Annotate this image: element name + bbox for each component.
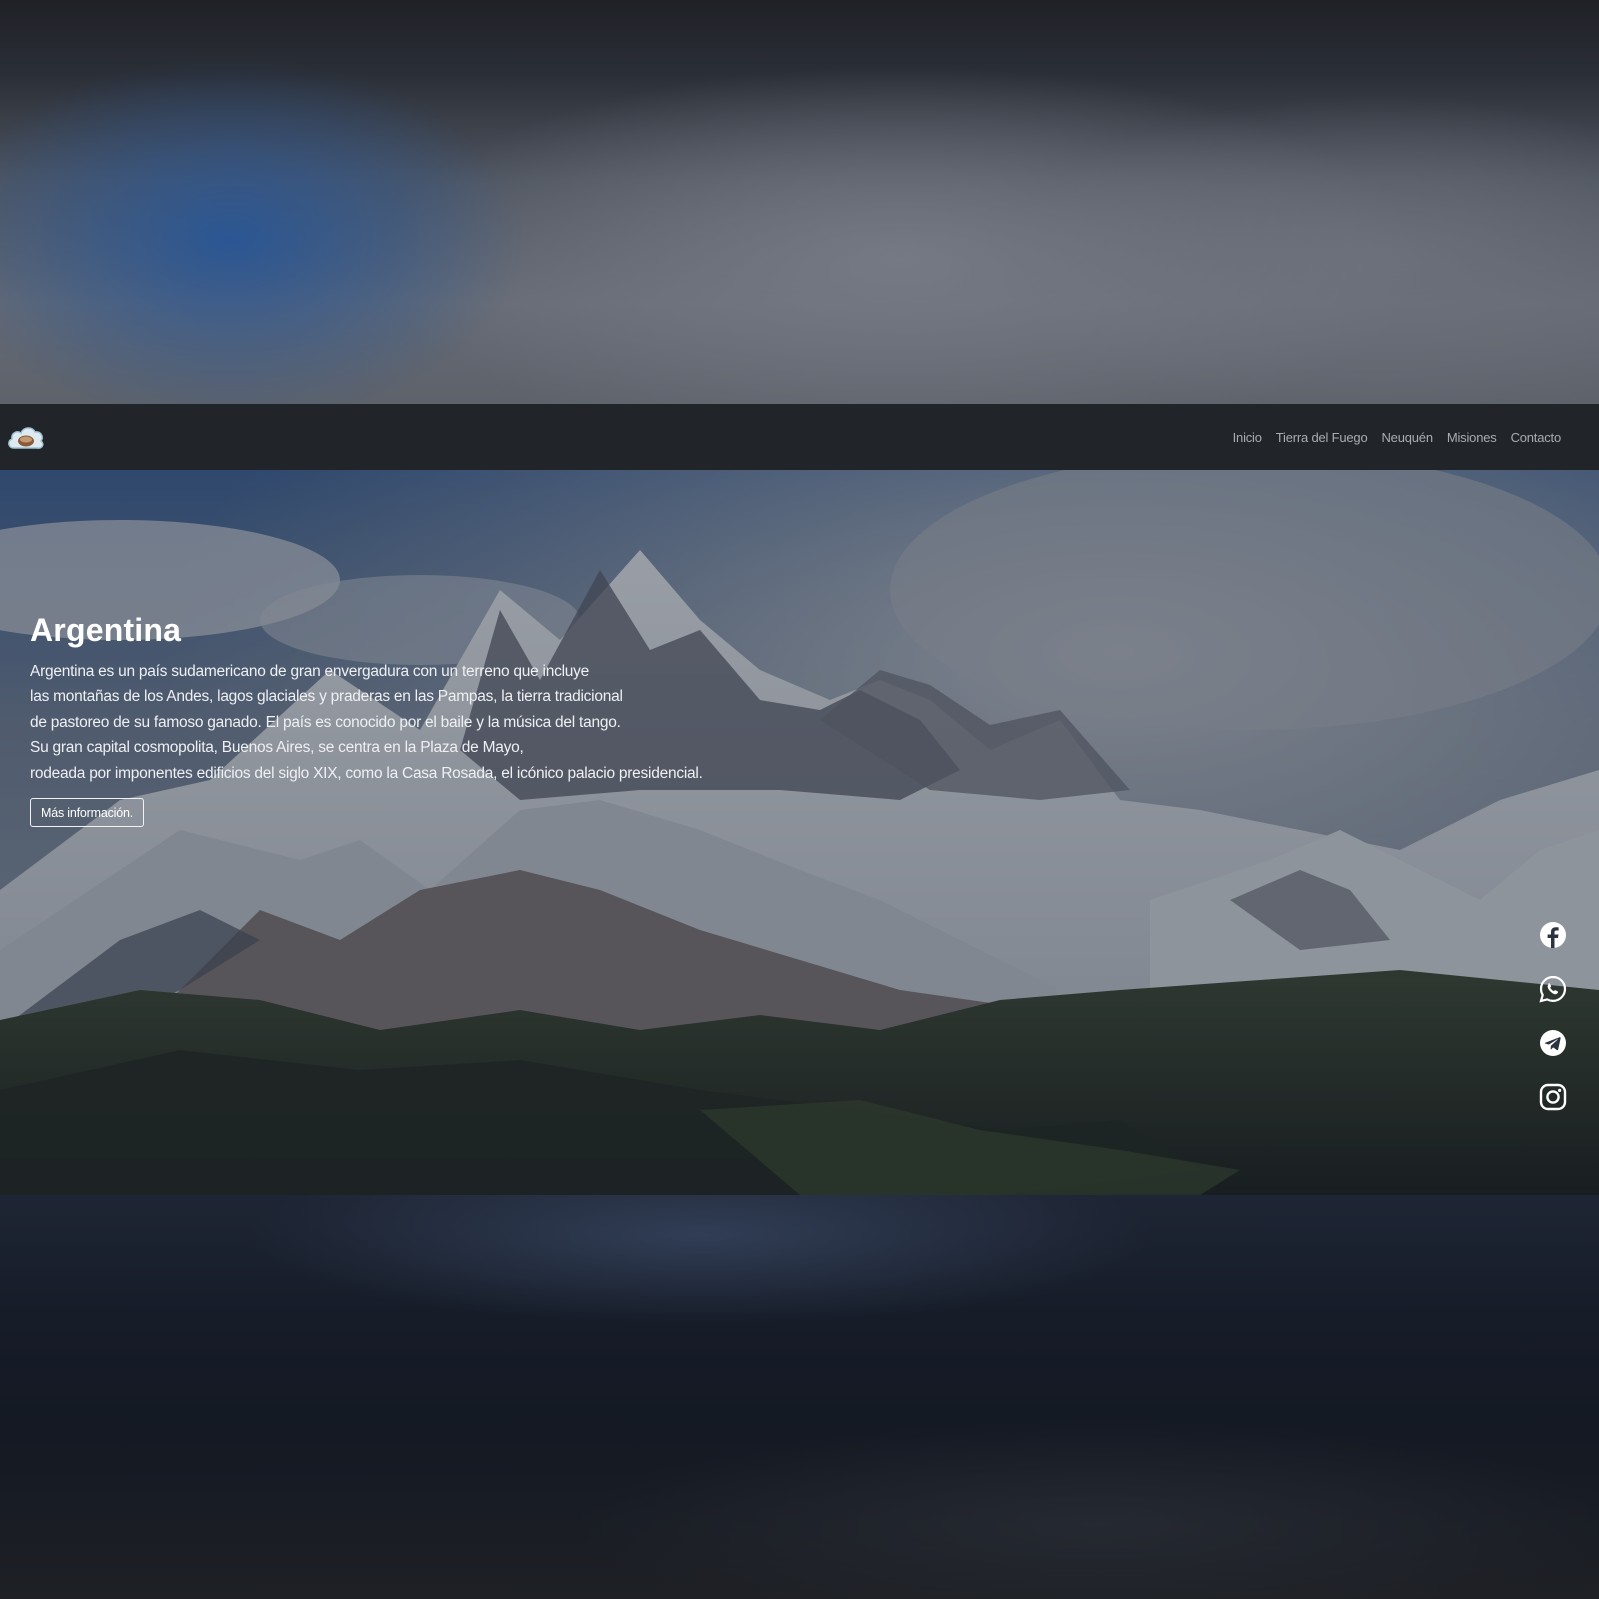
hero-section: Argentina Argentina es un país sudameric… [0,470,1599,1195]
social-icons [1538,920,1568,1136]
hero-description: Argentina es un país sudamericano de gra… [30,659,790,787]
more-info-button[interactable]: Más información. [30,798,144,828]
nav-link-neuquen[interactable]: Neuquén [1381,430,1433,445]
instagram-icon[interactable] [1538,1082,1568,1112]
whatsapp-icon[interactable] [1538,974,1568,1004]
hero-dark-overlay [0,470,1599,1195]
nav-link-inicio[interactable]: Inicio [1233,430,1262,445]
nav-link-contacto[interactable]: Contacto [1511,430,1562,445]
hero-description-line: Su gran capital cosmopolita, Buenos Aire… [30,739,524,757]
nav-link-misiones[interactable]: Misiones [1447,430,1497,445]
telegram-icon[interactable] [1538,1028,1568,1058]
nav-link-tierra-del-fuego[interactable]: Tierra del Fuego [1276,430,1368,445]
hero-description-line: Argentina es un país sudamericano de gra… [30,662,590,680]
blurred-background-bottom [0,1195,1599,1599]
brand-logo[interactable] [6,422,46,454]
nav-links: Inicio Tierra del Fuego Neuquén Misiones… [1233,404,1562,470]
cloud-logo-icon [8,427,44,449]
hero-title: Argentina [30,612,182,648]
navbar: Inicio Tierra del Fuego Neuquén Misiones… [0,404,1599,470]
blurred-background-top [0,0,1599,404]
facebook-icon[interactable] [1538,920,1568,950]
hero-description-line: las montañas de los Andes, lagos glacial… [30,688,623,706]
hero-description-line: rodeada por imponentes edificios del sig… [30,764,703,782]
hero-description-line: de pastoreo de su famoso ganado. El país… [30,713,621,731]
hero-content: Argentina Argentina es un país sudameric… [30,612,790,828]
